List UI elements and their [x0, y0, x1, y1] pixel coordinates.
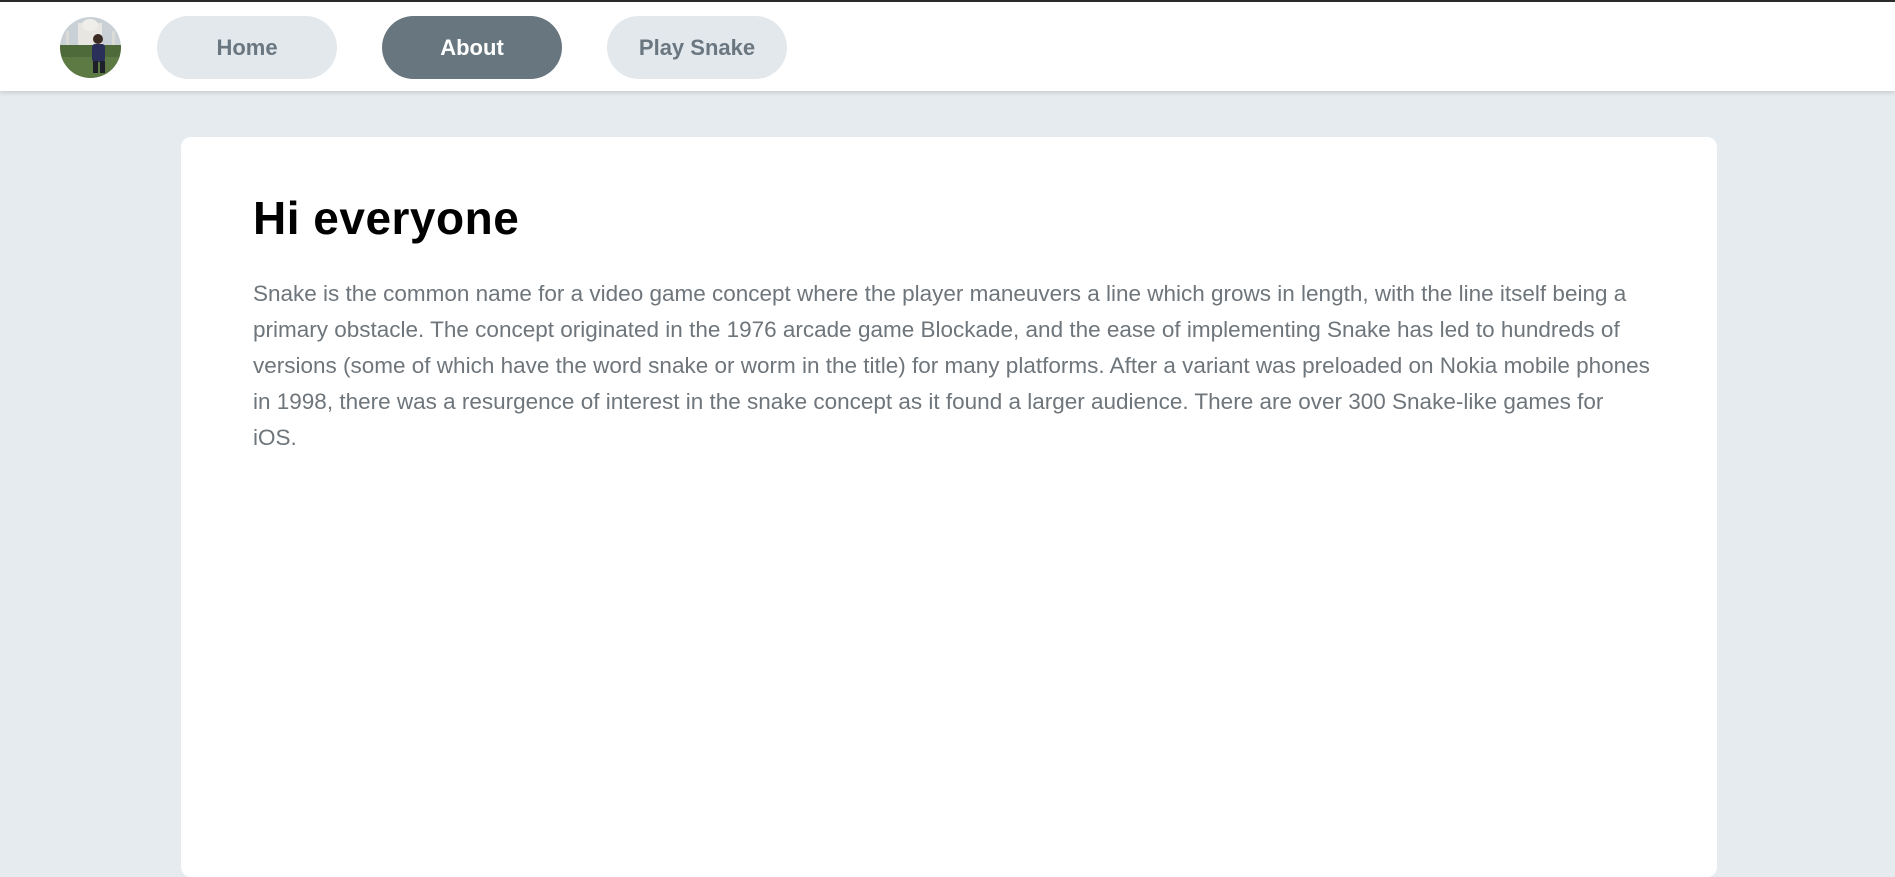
nav-home-button[interactable]: Home: [157, 16, 337, 79]
nav-play-snake-button[interactable]: Play Snake: [607, 16, 787, 79]
content-card: Hi everyone Snake is the common name for…: [181, 137, 1717, 877]
page-heading: Hi everyone: [253, 192, 520, 244]
nav-about-button[interactable]: About: [382, 16, 562, 79]
navbar: Home About Play Snake: [0, 2, 1895, 91]
about-paragraph: Snake is the common name for a video gam…: [253, 281, 1650, 450]
avatar-photo-icon: [60, 17, 121, 78]
avatar[interactable]: [60, 17, 121, 78]
